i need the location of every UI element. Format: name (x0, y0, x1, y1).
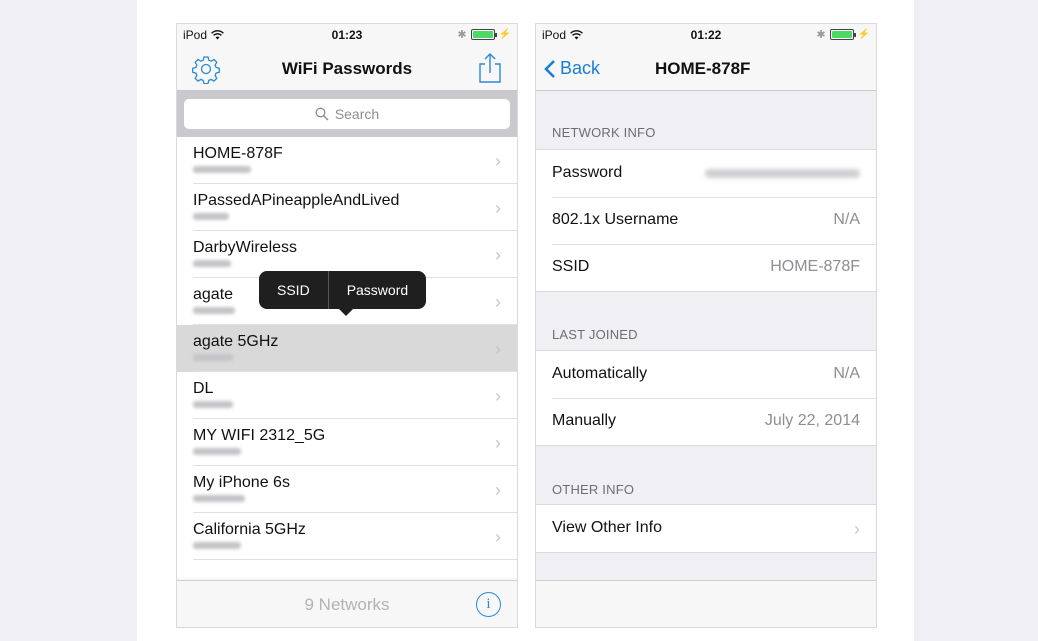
detail-label: SSID (552, 258, 590, 275)
search-input[interactable]: Search (184, 99, 510, 129)
network-ssid: agate (193, 286, 234, 303)
section-header: LAST JOINED (552, 327, 638, 342)
status-bar: iPod 01:23 ✱ ⚡ (177, 24, 517, 46)
navigation-bar: Back HOME-878F (536, 46, 876, 91)
bluetooth-icon: ✱ (816, 29, 826, 41)
search-placeholder: Search (334, 106, 380, 122)
section-group: Password 802.1x Username N/A SSID HOME-878F (536, 149, 876, 292)
copy-popover: SSID Password (259, 271, 427, 316)
chevron-right-icon: › (495, 527, 501, 547)
section-header: NETWORK INFO (552, 125, 656, 140)
wifi-list-screen: iPod 01:23 ✱ ⚡ WiFi Passwords Search HOM… (176, 23, 518, 628)
detail-row: Manually July 22, 2014 (536, 398, 876, 445)
network-password-blurred (193, 166, 251, 173)
network-password-blurred (193, 542, 241, 549)
network-password-blurred (193, 307, 235, 314)
detail-row: Automatically N/A (536, 351, 876, 398)
network-ssid: DL (193, 380, 214, 397)
detail-value: July 22, 2014 (764, 412, 860, 429)
network-list: HOME-878F › IPassedAPineappleAndLived › Darb… (177, 137, 517, 578)
status-bar: iPod 01:22 ✱ ⚡ (536, 24, 876, 46)
chevron-right-icon: › (495, 433, 501, 453)
detail-value: HOME-878F (770, 258, 860, 275)
charging-icon: ⚡ (498, 29, 511, 40)
info-icon[interactable]: i (476, 592, 501, 617)
network-count: 9 Networks (304, 595, 390, 614)
section-header: OTHER INFO (552, 482, 635, 497)
network-password-blurred (193, 213, 229, 220)
network-password-blurred (193, 401, 233, 408)
detail-row: Password (536, 150, 876, 197)
network-password-blurred (193, 260, 231, 267)
network-row[interactable]: My iPhone 6s › (177, 466, 517, 513)
detail-value: N/A (833, 211, 860, 228)
network-row[interactable]: HOME-878F › (177, 137, 517, 184)
network-password-blurred (193, 448, 241, 455)
back-button[interactable]: Back (544, 58, 600, 79)
share-icon[interactable] (477, 52, 503, 84)
network-row[interactable]: agate 5GHz › (177, 325, 517, 372)
bluetooth-icon: ✱ (457, 29, 467, 41)
copy-ssid-button[interactable]: SSID (259, 271, 328, 309)
chevron-right-icon: › (495, 151, 501, 171)
network-ssid: HOME-878F (193, 145, 283, 162)
chevron-right-icon: › (495, 292, 501, 312)
network-ssid: agate 5GHz (193, 333, 279, 350)
bottom-toolbar: 9 Networks i (177, 580, 517, 627)
charging-icon: ⚡ (857, 29, 870, 40)
network-detail-screen: iPod 01:22 ✱ ⚡ Back HOME-878F NETWORK IN… (535, 23, 877, 628)
detail-label: Password (552, 164, 623, 181)
detail-row[interactable]: View Other Info › (536, 505, 876, 552)
copy-password-button[interactable]: Password (329, 271, 426, 309)
detail-row: 802.1x Username N/A (536, 197, 876, 244)
chevron-right-icon: › (495, 480, 501, 500)
network-ssid: California 5GHz (193, 521, 306, 538)
network-password-blurred (193, 354, 233, 361)
password-value-blurred (705, 169, 860, 178)
network-ssid: My iPhone 6s (193, 474, 290, 491)
chevron-right-icon: › (854, 519, 860, 539)
search-bar: Search (177, 91, 517, 137)
chevron-right-icon: › (495, 198, 501, 218)
status-right: ✱ ⚡ (816, 28, 870, 41)
battery-icon (829, 29, 856, 40)
detail-sections: NETWORK INFO Password 802.1x Username N/A SS… (536, 91, 876, 553)
section-group: View Other Info › (536, 504, 876, 553)
status-right: ✱ ⚡ (457, 28, 511, 41)
detail-label: Manually (552, 412, 617, 429)
chevron-right-icon: › (495, 245, 501, 265)
detail-row: SSID HOME-878F (536, 244, 876, 291)
network-row[interactable]: DL › (177, 372, 517, 419)
detail-label: 802.1x Username (552, 211, 679, 228)
navigation-bar: WiFi Passwords (177, 46, 517, 91)
battery-icon (470, 29, 497, 40)
network-ssid: DarbyWireless (193, 239, 298, 256)
section-group: Automatically N/A Manually July 22, 2014 (536, 350, 876, 446)
network-row[interactable]: IPassedAPineappleAndLived › (177, 184, 517, 231)
chevron-left-icon (544, 59, 555, 78)
network-row[interactable]: MY WIFI 2312_5G › (177, 419, 517, 466)
chevron-right-icon: › (495, 339, 501, 359)
network-ssid: IPassedAPineappleAndLived (193, 192, 400, 209)
page-title: WiFi Passwords (281, 59, 413, 78)
network-password-blurred (193, 495, 245, 502)
network-row[interactable]: California 5GHz › (177, 513, 517, 560)
network-ssid: MY WIFI 2312_5G (193, 427, 326, 444)
bottom-toolbar (536, 580, 876, 627)
page-title: HOME-878F (655, 59, 751, 78)
detail-value: N/A (833, 365, 860, 382)
back-label: Back (560, 58, 601, 78)
chevron-right-icon: › (495, 386, 501, 406)
detail-label: View Other Info (552, 519, 662, 536)
detail-label: Automatically (552, 365, 648, 382)
search-icon (315, 107, 329, 121)
